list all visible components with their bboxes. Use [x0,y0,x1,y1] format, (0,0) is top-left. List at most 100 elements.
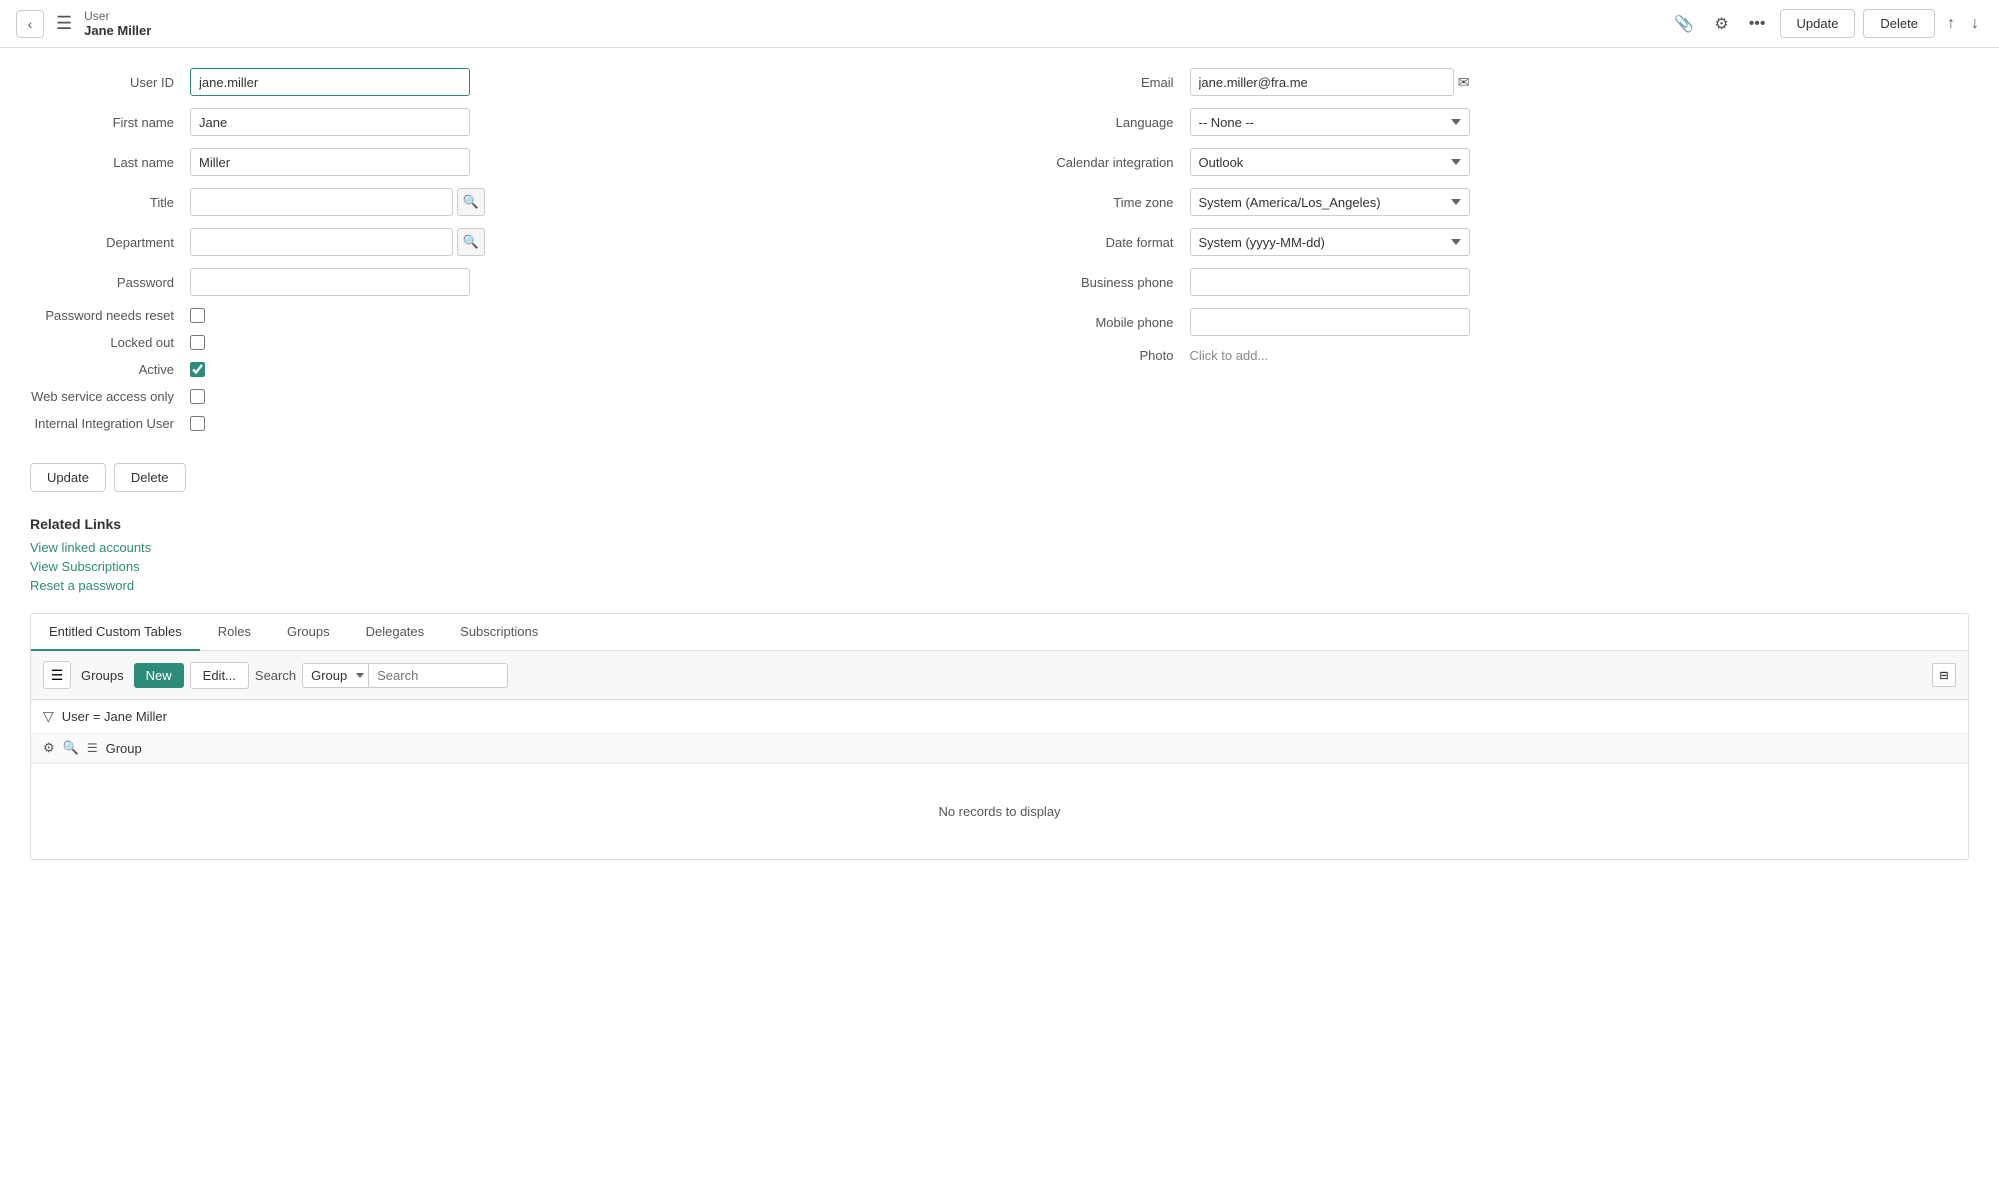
topbar-title-main: User [84,9,151,23]
business-phone-row: Business phone [1030,268,1970,296]
tab-subscriptions[interactable]: Subscriptions [442,614,556,651]
related-links-heading: Related Links [30,516,1969,532]
tab-groups[interactable]: Groups [269,614,348,651]
tabs-header: Entitled Custom Tables Roles Groups Dele… [31,614,1968,651]
department-field-wrapper: 🔍 [190,228,485,256]
topbar-title-sub: Jane Miller [84,23,151,38]
delete-button-top[interactable]: Delete [1863,9,1935,38]
col-settings-icon[interactable]: ⚙ [43,740,55,756]
active-checkbox-wrapper [190,362,205,377]
delete-button[interactable]: Delete [114,463,186,492]
date-format-row: Date format System (yyyy-MM-dd) [1030,228,1970,256]
col-menu-icon[interactable]: ☰ [87,741,98,755]
web-service-checkbox[interactable] [190,389,205,404]
timezone-row: Time zone System (America/Los_Angeles) [1030,188,1970,216]
timezone-label: Time zone [1030,195,1190,210]
email-field-wrapper: ✉ [1190,68,1470,96]
business-phone-label: Business phone [1030,275,1190,290]
business-phone-input[interactable] [1190,268,1470,296]
tab-toolbar: ☰ Groups New Edit... Search Group ⊟ [31,651,1968,700]
nav-down-button[interactable]: ↓ [1967,13,1983,35]
related-links: Related Links View linked accounts View … [30,516,1969,593]
filter-row: ▽ User = Jane Miller [31,700,1968,734]
web-service-label: Web service access only [30,389,190,404]
first-name-input[interactable] [190,108,470,136]
internal-integration-row: Internal Integration User [30,416,970,431]
view-subscriptions-link[interactable]: View Subscriptions [30,559,1969,574]
reset-password-link[interactable]: Reset a password [30,578,1969,593]
photo-placeholder[interactable]: Click to add... [1190,348,1269,363]
department-search-button[interactable]: 🔍 [457,228,485,256]
pwd-reset-label: Password needs reset [30,308,190,323]
internal-integration-checkbox[interactable] [190,416,205,431]
toolbar-groups-label: Groups [77,668,128,683]
toolbar-menu-button[interactable]: ☰ [43,661,71,689]
form-left-col: User ID First name Last name Title 🔍 Dep… [30,68,970,443]
language-select[interactable]: -- None -- [1190,108,1470,136]
topbar-nav: ‹ [16,10,44,38]
email-icon[interactable]: ✉ [1458,74,1470,91]
tab-entitled-custom-tables[interactable]: Entitled Custom Tables [31,614,200,651]
toolbar-search-select[interactable]: Group [302,663,368,688]
active-label: Active [30,362,190,377]
nav-up-button[interactable]: ↑ [1943,13,1959,35]
topbar-right: 📎 ⚙ ••• Update Delete ↑ ↓ [1668,9,1983,38]
user-id-input[interactable] [190,68,470,96]
timezone-select[interactable]: System (America/Los_Angeles) [1190,188,1470,216]
calendar-row: Calendar integration Outlook [1030,148,1970,176]
photo-label: Photo [1030,348,1190,363]
topbar-left: ‹ ☰ User Jane Miller [16,9,151,38]
email-label: Email [1030,75,1190,90]
email-input[interactable] [1190,68,1454,96]
toolbar-collapse-button[interactable]: ⊟ [1932,663,1956,687]
title-input[interactable] [190,188,453,216]
toolbar-edit-button[interactable]: Edit... [190,662,249,689]
toolbar-search-label: Search [255,668,296,683]
internal-integration-checkbox-wrapper [190,416,205,431]
password-label: Password [30,275,190,290]
calendar-select[interactable]: Outlook [1190,148,1470,176]
active-checkbox[interactable] [190,362,205,377]
mobile-phone-input[interactable] [1190,308,1470,336]
language-label: Language [1030,115,1190,130]
toolbar-new-button[interactable]: New [134,663,184,688]
title-lookup-button[interactable]: 🔍 [457,188,485,216]
more-button[interactable]: ••• [1743,11,1772,37]
calendar-label: Calendar integration [1030,155,1190,170]
update-button[interactable]: Update [30,463,106,492]
last-name-label: Last name [30,155,190,170]
locked-out-checkbox[interactable] [190,335,205,350]
filter-text: User = Jane Miller [62,709,167,724]
date-format-label: Date format [1030,235,1190,250]
last-name-input[interactable] [190,148,470,176]
back-button[interactable]: ‹ [16,10,44,38]
date-format-select[interactable]: System (yyyy-MM-dd) [1190,228,1470,256]
form-section: User ID First name Last name Title 🔍 Dep… [30,68,1969,443]
department-input[interactable] [190,228,453,256]
password-input[interactable] [190,268,470,296]
pwd-reset-checkbox[interactable] [190,308,205,323]
password-row: Password [30,268,970,296]
settings-button[interactable]: ⚙ [1708,10,1734,38]
web-service-checkbox-wrapper [190,389,205,404]
title-row: Title 🔍 [30,188,970,216]
main-content: User ID First name Last name Title 🔍 Dep… [0,48,1999,880]
active-row: Active [30,362,970,377]
topbar-title: User Jane Miller [84,9,151,38]
pwd-reset-row: Password needs reset [30,308,970,323]
col-group-label: Group [106,741,142,756]
department-row: Department 🔍 [30,228,970,256]
internal-integration-label: Internal Integration User [30,416,190,431]
tab-roles[interactable]: Roles [200,614,269,651]
update-button-top[interactable]: Update [1780,9,1856,38]
no-records-message: No records to display [938,804,1060,819]
attach-button[interactable]: 📎 [1668,10,1700,38]
col-search-icon[interactable]: 🔍 [63,740,79,756]
hamburger-icon[interactable]: ☰ [56,13,72,34]
toolbar-search-input[interactable] [368,663,508,688]
tabs-container: Entitled Custom Tables Roles Groups Dele… [30,613,1969,860]
locked-out-label: Locked out [30,335,190,350]
mobile-phone-label: Mobile phone [1030,315,1190,330]
tab-delegates[interactable]: Delegates [348,614,443,651]
view-linked-accounts-link[interactable]: View linked accounts [30,540,1969,555]
